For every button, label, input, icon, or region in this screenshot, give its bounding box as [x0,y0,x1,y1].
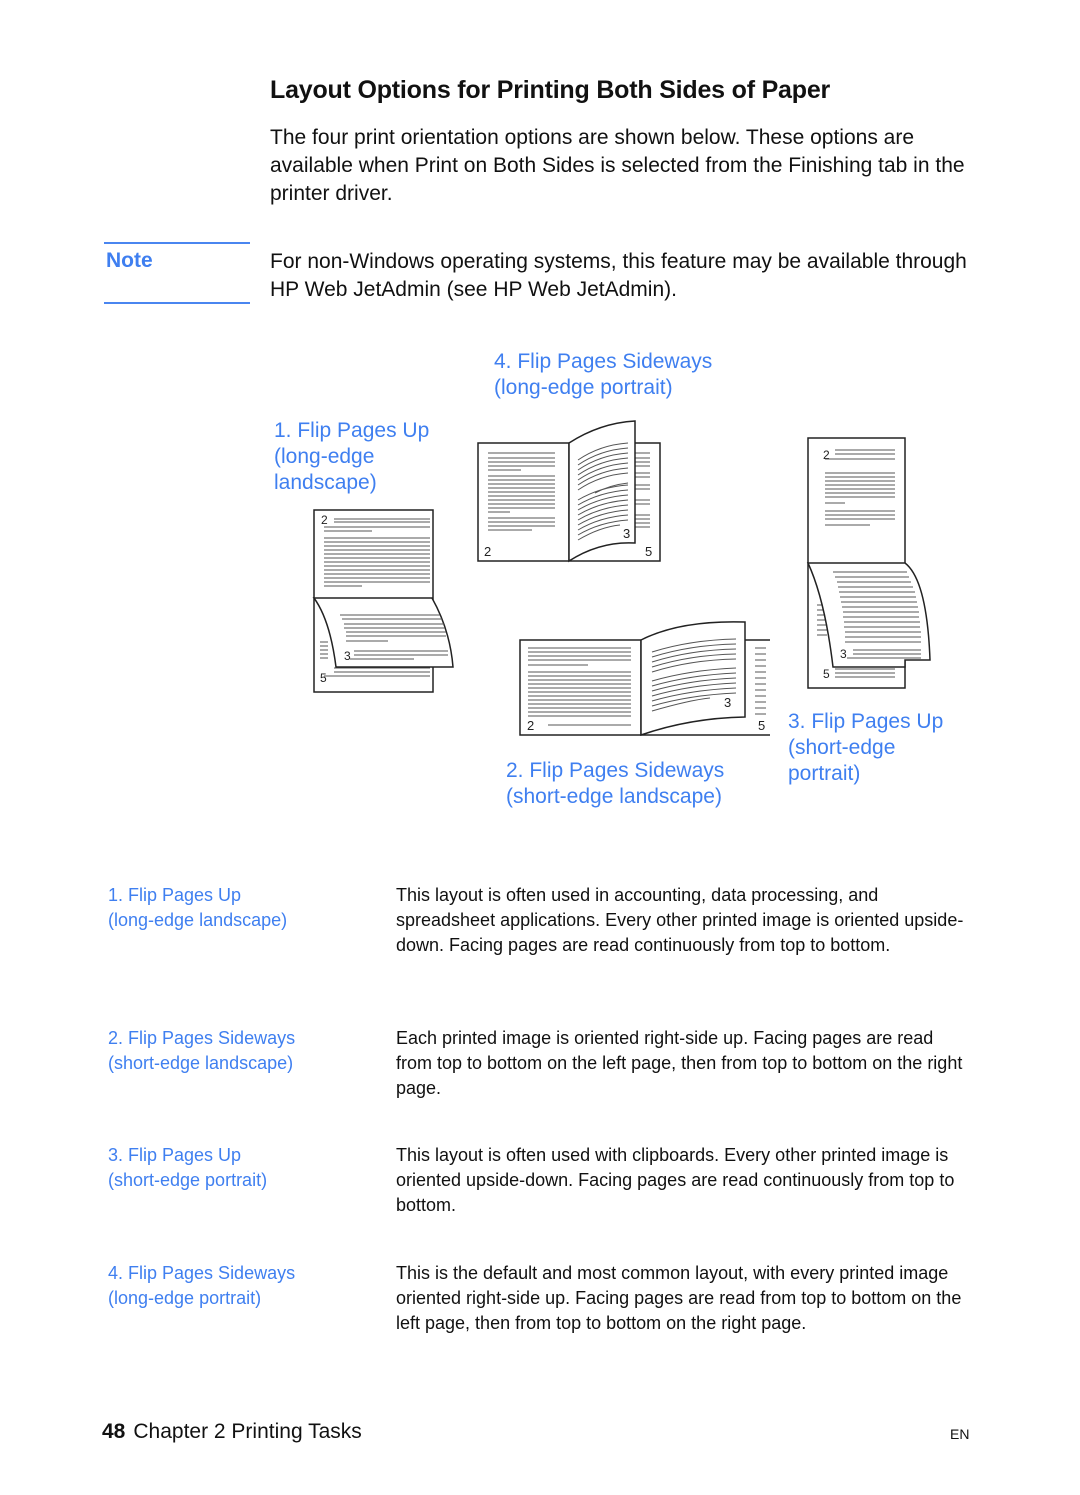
illustration-flip-sideways-long-edge: 2 3 5 [477,420,661,563]
option-3-name: 3. Flip Pages Up [108,1145,242,1165]
option-2-subtitle: (short-edge landscape) [108,1053,294,1073]
option-1-label: 1. Flip Pages Up (long-edge landscape) [108,883,287,933]
option-1-name: 1. Flip Pages Up [108,885,242,905]
page-number-3: 3 [623,526,630,541]
intro-paragraph: The four print orientation options are s… [270,126,965,205]
caption-option-1: 1. Flip Pages Up (long-edge landscape) [274,418,429,496]
page-number-2: 2 [527,718,534,733]
option-2-description: Each printed image is oriented right-sid… [396,1028,963,1098]
page-number-2: 2 [484,544,491,559]
note-rule-bottom [104,302,250,304]
page-number-2: 2 [321,513,328,527]
caption-option-1-line1: 1. Flip Pages Up [274,419,430,442]
option-4-description: This is the default and most common layo… [396,1263,962,1333]
footer: 48 Chapter 2 Printing Tasks [102,1420,362,1444]
caption-option-4-line2: (long-edge portrait) [494,376,673,399]
option-1-description: This layout is often used in accounting,… [396,885,964,955]
note-rule-top [104,242,250,244]
caption-option-3-line2: (short-edge [788,736,896,759]
note-label: Note [106,249,153,272]
caption-option-3-line1: 3. Flip Pages Up [788,710,944,733]
option-2-label: 2. Flip Pages Sideways (short-edge lands… [108,1026,295,1076]
page-number-3: 3 [724,695,731,710]
page-number-5: 5 [823,667,830,681]
caption-option-1-line3: landscape) [274,471,377,494]
option-4-label: 4. Flip Pages Sideways (long-edge portra… [108,1261,295,1311]
option-3-label: 3. Flip Pages Up (short-edge portrait) [108,1143,267,1193]
option-3-description: This layout is often used with clipboard… [396,1145,955,1215]
option-3-subtitle: (short-edge portrait) [108,1170,268,1190]
caption-option-3: 3. Flip Pages Up (short-edge portrait) [788,709,943,787]
caption-option-4: 4. Flip Pages Sideways (long-edge portra… [494,349,712,401]
caption-option-3-line3: portrait) [788,762,861,785]
option-1-subtitle: (long-edge landscape) [108,910,288,930]
caption-option-4-line1: 4. Flip Pages Sideways [494,350,713,373]
footer-language: EN [950,1426,970,1442]
option-4-subtitle: (long-edge portrait) [108,1288,262,1308]
illustration-flip-up-short-edge: 3 5 2 [806,437,931,689]
page-number-3: 3 [840,647,847,661]
caption-option-2: 2. Flip Pages Sideways (short-edge lands… [506,758,724,810]
page-number-2: 2 [823,448,830,462]
option-4-name: 4. Flip Pages Sideways [108,1263,296,1283]
option-2-name: 2. Flip Pages Sideways [108,1028,296,1048]
caption-option-2-line2: (short-edge landscape) [506,785,722,808]
page-number-3: 3 [344,649,351,663]
page-number-5: 5 [758,718,765,733]
note-text: For non-Windows operating systems, this … [270,250,967,301]
page-number-5: 5 [320,671,327,685]
footer-page-number: 48 [102,1420,126,1443]
caption-option-1-line2: (long-edge [274,445,375,468]
page-title: Layout Options for Printing Both Sides o… [270,76,831,104]
caption-option-2-line1: 2. Flip Pages Sideways [506,759,725,782]
illustration-flip-sideways-short-edge: 2 3 5 [519,621,770,737]
illustration-flip-up-long-edge: 2 3 5 [312,509,454,693]
footer-chapter: Chapter 2 Printing Tasks [133,1420,362,1443]
page-number-5: 5 [645,544,652,559]
